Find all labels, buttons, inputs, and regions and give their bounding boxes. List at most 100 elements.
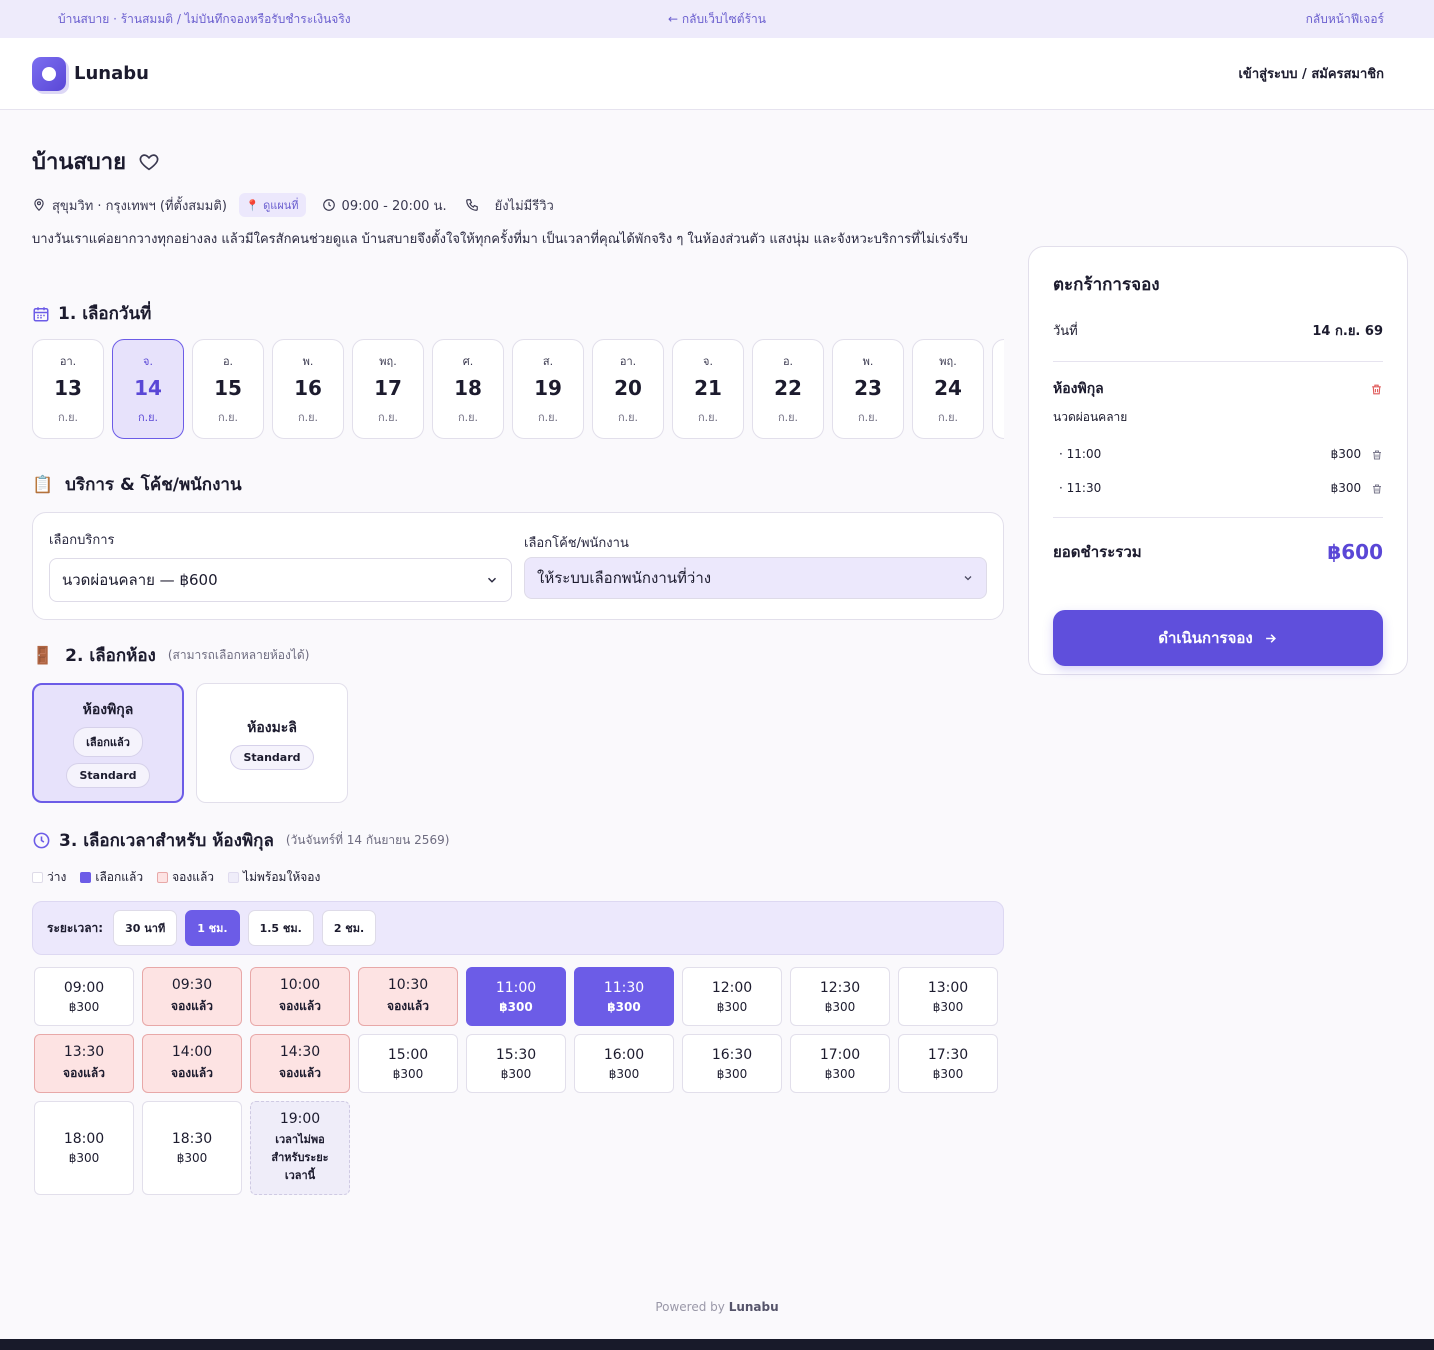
staff-select[interactable]: ให้ระบบเลือกพนักงานที่ว่าง [524, 557, 987, 599]
date-day: 17 [374, 376, 402, 400]
slot-time: 12:00 [711, 979, 753, 996]
room-card-mali[interactable]: ห้องมะลิ Standard [196, 683, 348, 803]
cart-item: · 11:00 ฿300 [1053, 447, 1383, 461]
room-name: ห้องพิกุล [82, 701, 134, 718]
time-slot: 19:00 เวลาไม่พอสำหรับระยะเวลานี้ [250, 1101, 350, 1195]
view-map-button[interactable]: 📍 ดูแผนที่ [238, 193, 306, 217]
date-day: 20 [614, 376, 642, 400]
service-label: เลือกบริการ [49, 533, 115, 548]
room-name: ห้องมะลิ [247, 719, 297, 736]
logo-icon[interactable] [32, 56, 66, 91]
duration-2h[interactable]: 2 ชม. [321, 910, 377, 946]
legend-free: ว่าง [47, 870, 67, 884]
review-status: ยังไม่มีรีวิว [494, 198, 554, 214]
step3-title: 3. เลือกเวลาสำหรับ ห้องพิกุล [59, 831, 274, 851]
service-select-value: นวดผ่อนคลาย — ฿600 [62, 571, 218, 589]
date-card[interactable]: อ. 22 ก.ย. [752, 339, 824, 439]
remove-slot-trash-icon[interactable] [1371, 449, 1383, 461]
cart-item: · 11:30 ฿300 [1053, 481, 1383, 495]
step3-heading: 3. เลือกเวลาสำหรับ ห้องพิกุล (วันจันทร์ท… [32, 827, 1004, 854]
date-card[interactable]: พฤ. 17 ก.ย. [352, 339, 424, 439]
date-month: ก.ย. [57, 411, 79, 424]
date-card[interactable]: พฤ. 24 ก.ย. [912, 339, 984, 439]
back-to-shop-link[interactable]: ← กลับเว็บไซต์ร้าน [668, 12, 766, 26]
favorite-heart-icon[interactable] [138, 151, 160, 173]
time-slot[interactable]: 12:00 ฿300 [682, 967, 782, 1026]
chevron-down-icon [964, 576, 972, 581]
slot-label: ฿300 [932, 1066, 964, 1081]
duration-30min[interactable]: 30 นาที [113, 910, 178, 946]
step1-heading: 1. เลือกวันที่ [32, 300, 1004, 327]
login-register-link[interactable]: เข้าสู่ระบบ / สมัครสมาชิก [1238, 63, 1384, 84]
date-card[interactable]: อ. 15 ก.ย. [192, 339, 264, 439]
time-slot: 14:30 จองแล้ว [250, 1034, 350, 1093]
slot-time: 17:00 [819, 1046, 861, 1063]
date-card[interactable]: ส. 19 ก.ย. [512, 339, 584, 439]
date-picker: อา. 13 ก.ย. จ. 14 ก.ย. อ. 15 ก.ย. พ. 16 ก.ย. พฤ. 17 ก.… [32, 339, 1004, 439]
time-slot[interactable]: 11:30 ฿300 [574, 967, 674, 1026]
slot-time: 16:30 [711, 1046, 753, 1063]
date-month: ก.ย. [217, 411, 239, 424]
date-card[interactable]: อา. 20 ก.ย. [592, 339, 664, 439]
step1-title: 1. เลือกวันที่ [58, 304, 152, 324]
date-card[interactable]: พ. 23 ก.ย. [832, 339, 904, 439]
footer-brand[interactable]: Lunabu [729, 1300, 779, 1314]
legend-selected: เลือกแล้ว [95, 870, 144, 884]
time-slot[interactable]: 09:00 ฿300 [34, 967, 134, 1026]
date-month: ก.ย. [777, 411, 799, 424]
date-card[interactable]: พ. 16 ก.ย. [272, 339, 344, 439]
clock-icon [33, 832, 50, 849]
date-weekday: ศ. [462, 355, 474, 368]
time-slot[interactable]: 13:00 ฿300 [898, 967, 998, 1026]
slot-time: 13:30 [63, 1044, 105, 1060]
service-staff-panel: เลือกบริการ นวดผ่อนคลาย — ฿600 เลือกโค้ช… [32, 512, 1004, 620]
time-slot[interactable]: 18:30 ฿300 [142, 1101, 242, 1195]
remove-room-trash-icon[interactable] [1370, 383, 1383, 396]
slot-label: ฿300 [932, 999, 964, 1014]
clock-icon [322, 199, 335, 211]
phone-icon[interactable] [465, 198, 479, 212]
cart-item-time: · 11:30 [1059, 481, 1102, 495]
date-card[interactable]: อา. 13 ก.ย. [32, 339, 104, 439]
proceed-booking-button[interactable]: ดำเนินการจอง [1053, 610, 1383, 666]
date-day: 21 [694, 376, 722, 400]
date-weekday: อ. [782, 355, 794, 368]
duration-1-5h[interactable]: 1.5 ชม. [247, 910, 314, 946]
date-weekday: พฤ. [379, 355, 397, 368]
slot-label: เวลาไม่พอสำหรับระยะเวลานี้ [271, 1133, 329, 1182]
slot-label: ฿300 [716, 999, 748, 1014]
time-slot[interactable]: 12:30 ฿300 [790, 967, 890, 1026]
time-slot[interactable]: 18:00 ฿300 [34, 1101, 134, 1195]
date-day: 16 [294, 376, 322, 400]
brand-name[interactable]: Lunabu [74, 63, 149, 84]
date-day: 23 [854, 376, 882, 400]
slot-time: 09:00 [63, 979, 105, 996]
step2-title: 2. เลือกห้อง [65, 646, 156, 666]
slot-label: ฿300 [68, 999, 100, 1014]
date-day: 22 [774, 376, 802, 400]
time-slot[interactable]: 15:00 ฿300 [358, 1034, 458, 1093]
room-card-pikul[interactable]: ห้องพิกุล เลือกแล้ว Standard [32, 683, 184, 803]
slot-time: 14:30 [279, 1044, 321, 1060]
date-card[interactable] [992, 339, 1004, 439]
remove-slot-trash-icon[interactable] [1371, 483, 1383, 495]
time-slot[interactable]: 17:00 ฿300 [790, 1034, 890, 1093]
date-card[interactable]: ศ. 18 ก.ย. [432, 339, 504, 439]
date-card[interactable]: จ. 14 ก.ย. [112, 339, 184, 439]
date-month: ก.ย. [937, 411, 959, 424]
time-slot[interactable]: 15:30 ฿300 [466, 1034, 566, 1093]
date-card[interactable]: จ. 21 ก.ย. [672, 339, 744, 439]
time-slot[interactable]: 17:30 ฿300 [898, 1034, 998, 1093]
service-select[interactable]: นวดผ่อนคลาย — ฿600 [49, 558, 512, 602]
date-day: 18 [454, 376, 482, 400]
time-slot[interactable]: 16:00 ฿300 [574, 1034, 674, 1093]
back-to-features-link[interactable]: กลับหน้าฟีเจอร์ [1306, 10, 1384, 29]
slot-time: 18:00 [63, 1131, 105, 1147]
slot-time: 17:30 [927, 1046, 969, 1063]
time-slot[interactable]: 11:00 ฿300 [466, 967, 566, 1026]
duration-1h[interactable]: 1 ชม. [185, 910, 240, 946]
selected-tag: เลือกแล้ว [73, 726, 143, 757]
time-slot[interactable]: 16:30 ฿300 [682, 1034, 782, 1093]
staff-select-value: ให้ระบบเลือกพนักงานที่ว่าง [537, 569, 712, 587]
clipboard-icon: 📋 [32, 474, 54, 495]
